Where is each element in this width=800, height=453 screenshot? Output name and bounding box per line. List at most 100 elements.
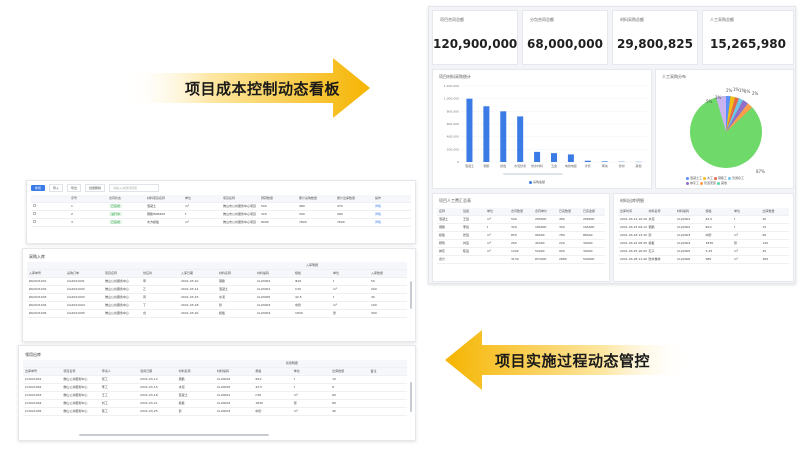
table-cell: CL20002 <box>675 223 704 232</box>
table-cell: m² <box>183 218 221 227</box>
table-row[interactable]: RK2021002 CG2021002 佛山公共服务中心乙 2021-03-12 混凝土… <box>27 285 407 294</box>
column-header: 累计采购数量 <box>297 195 335 203</box>
vertical-scrollbar[interactable] <box>410 281 412 309</box>
table-row[interactable]: LY2021003 佛山公共服务中心 王工 2021-03-18 混凝土 CL20001 C… <box>23 391 407 400</box>
row-checkbox[interactable] <box>33 212 36 215</box>
bar[interactable] <box>517 116 524 162</box>
table-cell: t <box>485 223 509 232</box>
table-row[interactable]: 2021-03-25 16:05 石子 CL20005 5-25 m³ 45 <box>618 247 789 256</box>
bar[interactable] <box>534 151 541 162</box>
column-header: 已完金额 <box>581 208 605 216</box>
detail-link[interactable]: 详情 <box>373 210 411 219</box>
table-row[interactable]: 混凝土 王班 m³ 500 280000 480 268000 <box>437 215 605 224</box>
bar[interactable] <box>567 154 574 162</box>
row-checkbox[interactable] <box>33 204 36 207</box>
table-cell: CL20005 <box>675 247 704 256</box>
detail-link[interactable]: 详情 <box>373 218 411 227</box>
column-header: 入库单号 <box>27 269 65 278</box>
table-cell: 653000 <box>533 255 557 264</box>
table-cell <box>368 399 407 408</box>
column-header <box>31 195 69 203</box>
pie-label-main: 87% <box>756 169 765 174</box>
table-cell: 100 <box>369 301 407 310</box>
table-row[interactable]: LY2021002 佛山公共服务中心 李工 2021-03-15 水泥 CL20005 42… <box>23 383 407 392</box>
kpi-value: 15,265,980 <box>710 37 786 51</box>
bar[interactable] <box>551 153 557 162</box>
table-cell: 7800 <box>297 218 335 227</box>
table-cell: 3130 <box>509 255 533 264</box>
y-tick-label: 600,000 <box>447 122 459 126</box>
table-cell: 260 <box>509 239 533 248</box>
table-cell: RK2021001 <box>27 277 65 286</box>
vertical-scrollbar[interactable] <box>410 382 412 412</box>
import-button[interactable]: 导入 <box>49 184 64 192</box>
legend-dot-icon <box>716 181 720 185</box>
table-cell: 佛山公共服务中心 <box>61 407 100 416</box>
table-row[interactable]: 2021-03-18 14:30 砂 CL20003 中砂 m³ 60 <box>618 231 789 240</box>
add-button[interactable]: 新增 <box>31 185 46 191</box>
column-header: 合同数量 <box>509 208 533 216</box>
bar[interactable] <box>601 161 608 162</box>
table-row[interactable]: LY2021005 佛山公共服务中心 陈工 2021-03-25 砂 CL20003 中砂 m… <box>23 407 407 416</box>
table-cell: 钢筋 <box>176 375 215 384</box>
chart-zoom-slider[interactable] <box>503 173 563 175</box>
table-cell: 88000 <box>581 231 605 240</box>
table-cell: 李工 <box>99 383 139 392</box>
table-row[interactable]: 2021-03-12 10:20 水泥 CL20001 42.5 t 20 <box>618 215 789 224</box>
table-row[interactable]: 抹灰 陈班 m² 1200 52000 900 39000 <box>437 247 605 256</box>
column-header: 采购订单 <box>65 269 103 278</box>
x-tick-label: 钢筋 <box>483 163 489 168</box>
table-cell: 220 <box>557 239 581 248</box>
table-row[interactable]: 钢筋 李班 t 320 180000 300 165000 <box>437 223 605 232</box>
bar[interactable] <box>483 106 490 162</box>
table-cell: 39000 <box>581 239 605 248</box>
table-row[interactable]: 2 进行中 钢筋HRB400 t 佛山市公共服务中心项目 320 300 280 详情 <box>31 210 411 219</box>
pie-label-small: 2% <box>726 88 733 93</box>
table-cell: 2021-03-12 10:20 <box>618 215 647 224</box>
table-cell: 1830 <box>253 399 292 408</box>
x-tick-label: 水泥砂浆 <box>514 163 526 168</box>
bar[interactable] <box>466 98 473 162</box>
bar[interactable] <box>500 111 507 162</box>
column-header: 出库单号 <box>23 367 62 376</box>
table-row[interactable]: LY2021001 佛山公共服务中心 张工 2021-03-12 钢筋 CL20002 Φ1… <box>23 375 407 384</box>
table-cell: m³ <box>732 247 761 256</box>
table-cell: 甲 <box>141 277 179 286</box>
table-row[interactable]: 3 已完成 木方模板 m² 佛山市公共服务中心项目 8000 7800 7600 详情 <box>31 218 411 227</box>
column-header: 合同状态 <box>107 195 145 203</box>
table-row[interactable]: 砌筑 刘班 m³ 260 45000 220 39000 <box>437 239 605 248</box>
x-tick-label: 水管 <box>585 163 591 168</box>
detail-link[interactable]: 详情 <box>373 202 411 211</box>
table-row[interactable]: RK2021005 CG2021005 佛山公共服务中心戊 2021-03-20 模板 C… <box>27 309 407 318</box>
bar[interactable] <box>584 160 591 162</box>
table-cell: RK2021003 <box>27 293 65 302</box>
table-cell: 李班 <box>461 223 485 232</box>
table-row[interactable]: 2021-03-22 08:45 模板 CL20004 1830 张 120 <box>618 239 789 248</box>
outbound-panel: 领用出库 领用明细 出库单号 项目名称 申请人 领用日期 材料名称 材料编码 规格 单位 出库数… <box>18 345 416 441</box>
legend-item: 抹灰工 <box>686 181 699 185</box>
legend-dot-icon <box>713 176 717 180</box>
row-checkbox[interactable] <box>33 220 36 223</box>
table-row[interactable]: LY2021004 佛山公共服务中心 刘工 2021-03-21 模板 CL20004 18… <box>23 399 407 408</box>
table-row[interactable]: RK2021004 CG2021004 佛山公共服务中心丁 2021-03-18 砂 CL… <box>27 301 407 310</box>
table-row[interactable]: 2021-03-15 09:12 钢筋 CL20002 Φ12 t 15 <box>618 223 789 232</box>
column-header: 材料名称 <box>217 269 255 278</box>
table-row[interactable]: 1 已完成 混凝土 m³ 佛山市公共服务中心项目 500 480 470 详情 <box>31 202 411 211</box>
table-row[interactable]: RK2021003 CG2021003 佛山公共服务中心丙 2021-03-15 水泥 C… <box>27 293 407 302</box>
table-cell: 80 <box>330 399 369 408</box>
table-cell: 2021-03-28 11:40 <box>618 255 647 264</box>
table-cell: 佛山公共服务中心 <box>103 293 141 302</box>
table-cell: 佛山公共服务中心 <box>61 383 100 392</box>
table-row[interactable]: RK2021001 CG2021001 佛山公共服务中心甲 2021-03-10 钢筋 C… <box>27 277 407 286</box>
table-cell: C30 <box>253 391 292 400</box>
search-input[interactable]: 请输入关键词搜索 <box>109 184 160 192</box>
table-row[interactable]: 合计 3130 653000 2680 599000 <box>437 255 605 264</box>
batch-delete-button[interactable]: 批量删除 <box>85 184 106 192</box>
table-row[interactable]: 2021-03-28 11:40 防水卷材 CL20006 SBS m² 300 <box>618 255 789 264</box>
table-cell: 2680 <box>557 255 581 264</box>
export-button[interactable]: 导出 <box>67 184 82 192</box>
column-header: 项目名称 <box>221 195 259 203</box>
table-row[interactable]: 模板 张班 m² 850 96000 780 88000 <box>437 231 605 240</box>
table-cell: CG2021005 <box>65 309 103 318</box>
horizontal-scrollbar[interactable] <box>79 434 269 436</box>
